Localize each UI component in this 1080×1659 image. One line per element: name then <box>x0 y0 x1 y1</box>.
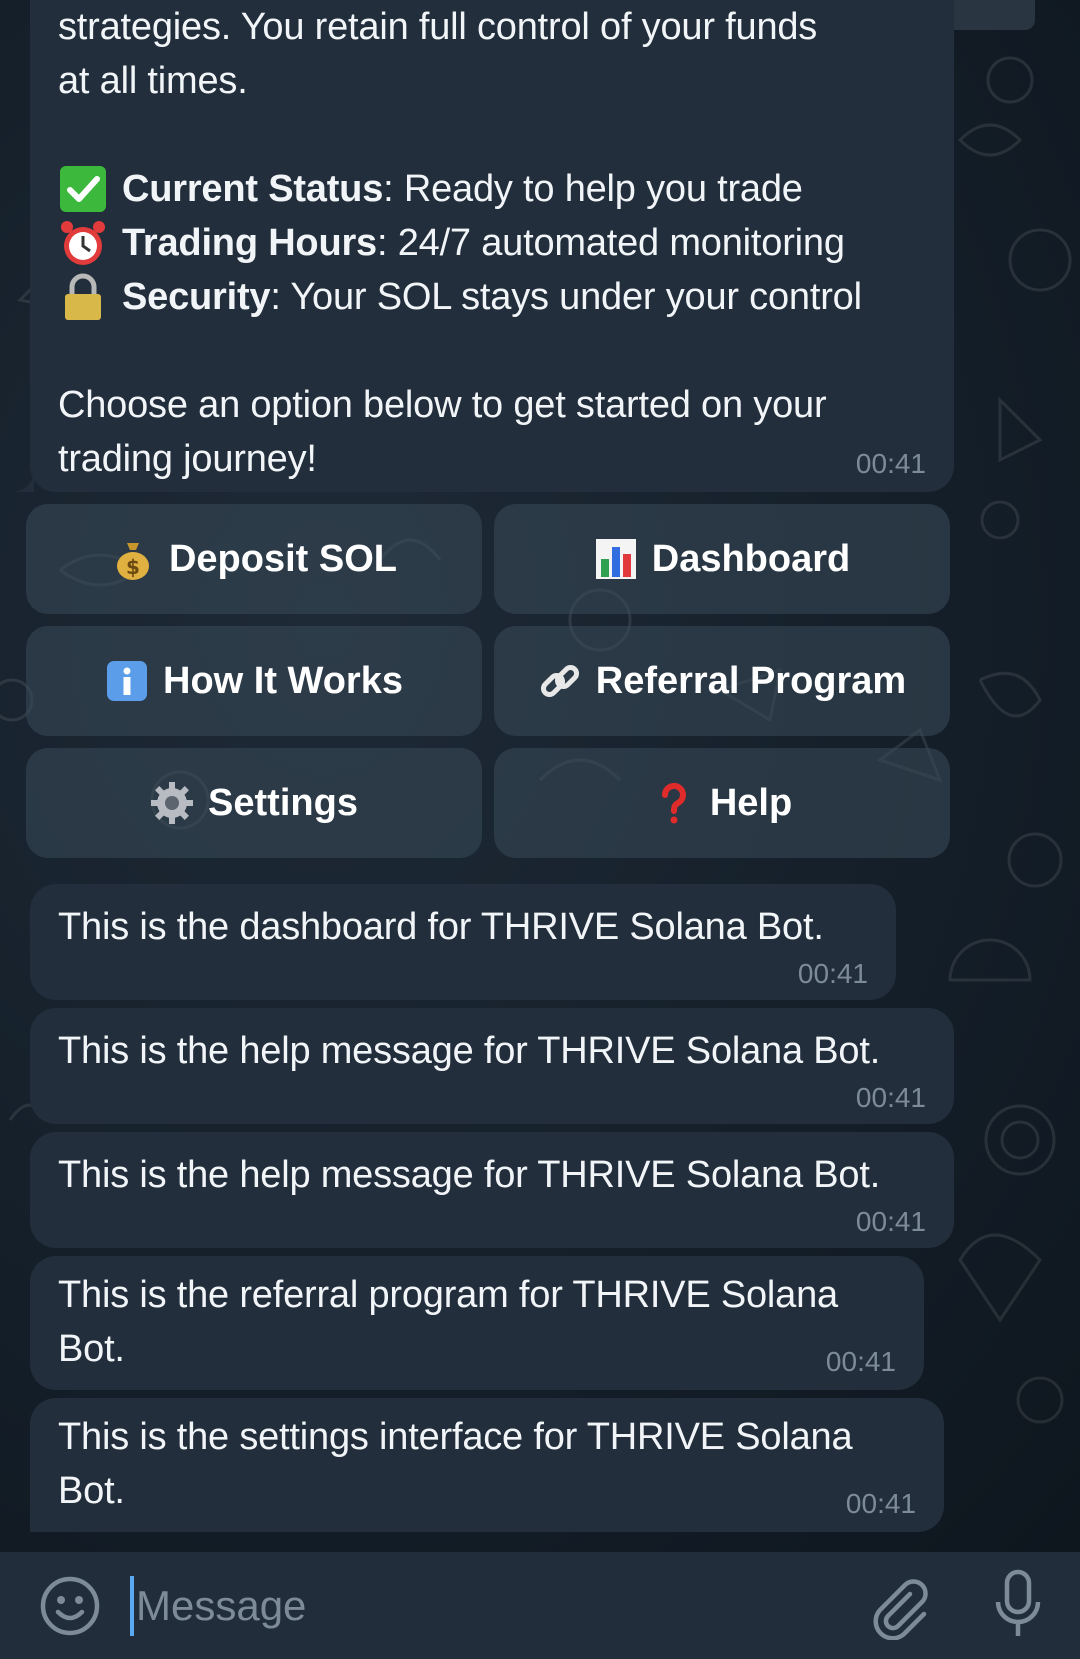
cta-line-2: trading journey! <box>58 438 317 480</box>
status-value: : Ready to help you trade <box>383 168 803 210</box>
referral-program-button[interactable]: Referral Program <box>494 626 950 736</box>
message-time: 00:41 <box>855 448 926 479</box>
lock-icon <box>58 272 108 322</box>
message-time: 00:41 <box>855 1082 926 1113</box>
message-time: 00:41 <box>797 958 868 989</box>
gear-icon <box>150 781 194 825</box>
message-text: This is the help message for THRIVE Sola… <box>58 1030 881 1072</box>
main-bot-message: strategies. You retain full control of y… <box>14 0 954 492</box>
check-mark-icon <box>58 164 108 214</box>
bar-chart-icon <box>594 537 638 581</box>
intro-line-2: at all times. <box>58 60 248 102</box>
microphone-icon[interactable] <box>990 1568 1046 1644</box>
message-bubble: This is the settings interface for THRIV… <box>30 1398 944 1532</box>
status-label: Security <box>122 276 271 318</box>
question-mark-icon <box>652 781 696 825</box>
cta-line-1: Choose an option below to get started on… <box>58 384 827 426</box>
message-input[interactable]: Message <box>130 1576 306 1636</box>
message-bubble: This is the help message for THRIVE Sola… <box>30 1008 954 1124</box>
status-label: Trading Hours <box>122 222 377 264</box>
message-text-line-2: Bot. <box>58 1470 125 1512</box>
button-label: Deposit SOL <box>168 537 398 580</box>
status-line-hours: Trading Hours : 24/7 automated monitorin… <box>58 216 926 270</box>
help-button[interactable]: Help <box>494 748 950 858</box>
button-label: Settings <box>208 781 358 824</box>
intro-line-1: strategies. You retain full control of y… <box>58 6 818 48</box>
message-time: 00:41 <box>845 1488 916 1519</box>
message-text-line-2: Bot. <box>58 1328 125 1370</box>
message-text-line-1: This is the referral program for THRIVE … <box>58 1274 838 1316</box>
alarm-clock-icon <box>58 218 108 268</box>
link-icon <box>538 659 582 703</box>
message-bubble: This is the dashboard for THRIVE Solana … <box>30 884 896 1000</box>
how-it-works-button[interactable]: How It Works <box>26 626 482 736</box>
button-label: Dashboard <box>651 537 851 580</box>
message-time: 00:41 <box>825 1346 896 1377</box>
smiley-icon[interactable] <box>38 1574 102 1638</box>
status-label: Current Status <box>122 168 384 210</box>
message-bubble: This is the referral program for THRIVE … <box>30 1256 924 1390</box>
settings-button[interactable]: Settings <box>26 748 482 858</box>
dashboard-button[interactable]: Dashboard <box>494 504 950 614</box>
chat-background: strategies. You retain full control of y… <box>0 0 1080 1552</box>
button-label: Help <box>709 781 793 824</box>
status-line-current: Current Status : Ready to help you trade <box>58 162 926 216</box>
button-label: How It Works <box>163 659 403 702</box>
deposit-sol-button[interactable]: $ Deposit SOL <box>26 504 482 614</box>
button-label: Referral Program <box>595 659 907 702</box>
message-text-line-1: This is the settings interface for THRIV… <box>58 1416 853 1458</box>
message-text: This is the dashboard for THRIVE Solana … <box>58 906 824 948</box>
message-time: 00:41 <box>855 1206 926 1237</box>
money-bag-icon: $ <box>111 537 155 581</box>
message-text: This is the help message for THRIVE Sola… <box>58 1154 881 1196</box>
message-composer: Message <box>0 1552 1080 1659</box>
status-value: : 24/7 automated monitoring <box>376 222 845 264</box>
info-icon <box>105 659 149 703</box>
status-line-security: Security : Your SOL stays under your con… <box>58 270 926 324</box>
paperclip-icon[interactable] <box>866 1572 930 1641</box>
svg-text:$: $ <box>126 555 140 579</box>
message-bubble: This is the help message for THRIVE Sola… <box>30 1132 954 1248</box>
status-value: : Your SOL stays under your control <box>270 276 862 318</box>
